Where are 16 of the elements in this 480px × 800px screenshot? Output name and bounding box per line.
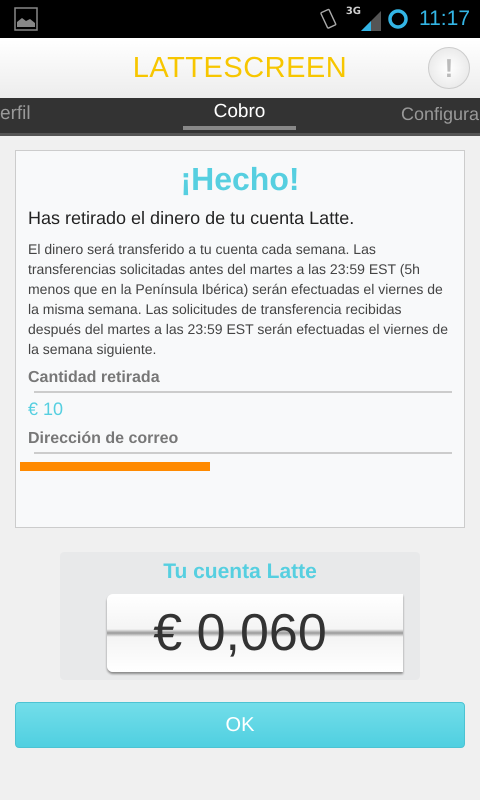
clock: 11:17	[419, 7, 470, 31]
field-value: € 10	[28, 399, 64, 420]
app-logo: LATTESCREEN	[132, 52, 348, 84]
balance-display: € 0,060	[107, 594, 403, 672]
field-label: Dirección de correo	[28, 430, 180, 448]
tab[interactable]: erfil	[0, 98, 31, 130]
field-label: Cantidad retirada	[28, 369, 161, 387]
subtitle: Has retirado el dinero de tu cuenta Latte.	[28, 208, 356, 229]
info-paragraph: El dinero será transferido a tu cuenta cada semana. Las transferencias solicitadas antes del martes a las 23:59 EST (5h menos que en la Península Ibérica) serán efectuadas el viernes de la misma semana. Las solicitudes de transferencia recibidas después del martes a las 23:59 EST serán efectuadas el viernes de la semana siguiente.	[28, 240, 449, 359]
battery-ring-icon	[387, 8, 409, 30]
network-label: 3G	[346, 6, 361, 17]
tab[interactable]: Cobro	[183, 98, 296, 130]
success-title: ¡Hecho!	[179, 161, 301, 198]
account-title: Tu cuenta Latte	[163, 560, 317, 584]
tab[interactable]: Configura	[400, 98, 479, 130]
picture-icon	[14, 7, 38, 31]
